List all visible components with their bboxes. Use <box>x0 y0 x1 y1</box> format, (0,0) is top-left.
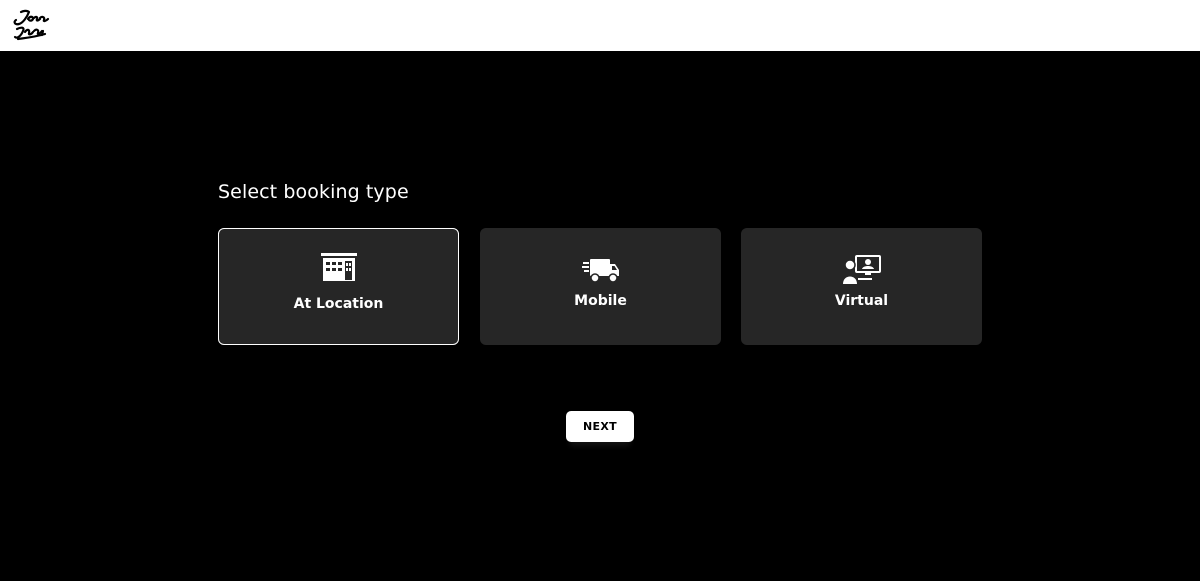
main-content: Select booking type At Location Mobile V… <box>0 51 1200 581</box>
booking-type-mobile[interactable]: Mobile <box>480 228 721 345</box>
booking-type-label: Virtual <box>834 293 889 309</box>
delivery-truck-icon <box>581 259 619 283</box>
brand-logo-icon[interactable] <box>9 7 51 43</box>
storefront-icon <box>320 253 357 281</box>
page-heading: Select booking type <box>218 181 409 203</box>
next-button[interactable]: NEXT <box>566 411 634 442</box>
video-meeting-icon <box>842 255 881 284</box>
booking-type-label: At Location <box>293 296 384 312</box>
booking-type-virtual[interactable]: Virtual <box>741 228 982 345</box>
header-bar <box>0 0 1200 51</box>
booking-type-label: Mobile <box>574 293 627 309</box>
booking-type-at-location[interactable]: At Location <box>218 228 459 345</box>
